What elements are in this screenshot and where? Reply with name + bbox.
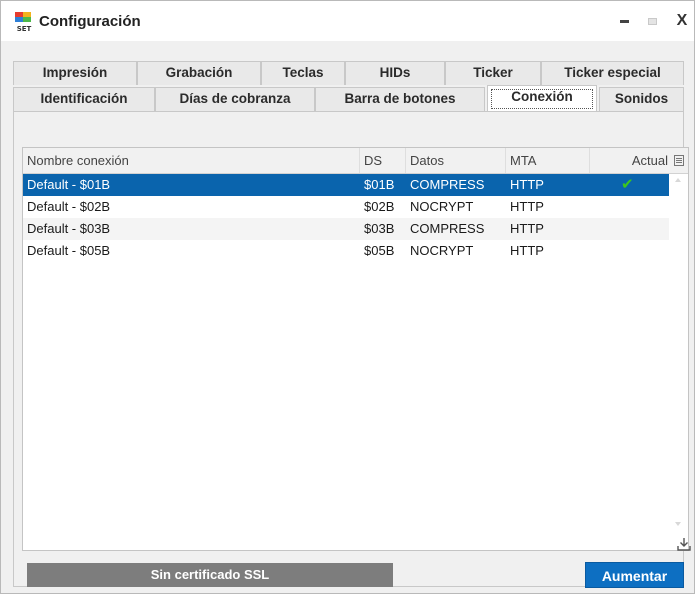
svg-text:SET: SET <box>17 25 32 33</box>
column-menu-icon[interactable] <box>674 155 684 166</box>
tab-sonidos[interactable]: Sonidos <box>599 87 684 111</box>
column-header-datos[interactable]: Datos <box>406 148 506 173</box>
tab-dias-de-cobranza[interactable]: Días de cobranza <box>155 87 315 111</box>
column-header-nombre[interactable]: Nombre conexión <box>23 148 360 173</box>
cell-ds: $05B <box>364 243 395 258</box>
minimize-button[interactable] <box>613 10 635 32</box>
current-check-icon: ✔ <box>621 176 634 193</box>
column-header-ds[interactable]: DS <box>360 148 406 173</box>
column-header-actual[interactable]: Actual <box>590 148 688 173</box>
tab-barra-de-botones[interactable]: Barra de botones <box>315 87 485 111</box>
cell-nombre: Default - $05B <box>27 243 111 258</box>
cell-ds: $01B <box>364 177 395 192</box>
cell-mta: HTTP <box>510 243 544 258</box>
tab-teclas[interactable]: Teclas <box>261 61 345 85</box>
cell-mta: HTTP <box>510 177 544 192</box>
config-window: SET Configuración X Impresión Grabación … <box>0 0 695 594</box>
table-row[interactable]: Default - $01B $01B COMPRESS HTTP ✔ <box>23 174 669 196</box>
cell-nombre: Default - $02B <box>27 199 111 214</box>
cell-mta: HTTP <box>510 221 544 236</box>
aumentar-button[interactable]: Aumentar <box>585 562 684 588</box>
cell-nombre: Default - $03B <box>27 221 111 236</box>
minimize-icon <box>619 20 629 24</box>
connections-table: Nombre conexión DS Datos MTA Actual Defa… <box>22 147 689 551</box>
tab-ticker-especial[interactable]: Ticker especial <box>541 61 684 85</box>
column-header-mta[interactable]: MTA <box>506 148 590 173</box>
table-header: Nombre conexión DS Datos MTA Actual <box>23 148 688 174</box>
cell-datos: COMPRESS <box>410 177 485 192</box>
cell-nombre: Default - $01B <box>27 177 111 192</box>
cell-ds: $02B <box>364 199 395 214</box>
table-row[interactable]: Default - $05B $05B NOCRYPT HTTP <box>23 240 669 262</box>
tab-impresion[interactable]: Impresión <box>13 61 137 85</box>
maximize-icon <box>647 18 657 26</box>
window-title: Configuración <box>39 13 141 30</box>
tab-hids[interactable]: HIDs <box>345 61 445 85</box>
download-icon[interactable] <box>677 537 691 551</box>
close-button[interactable]: X <box>671 10 693 32</box>
cell-datos: NOCRYPT <box>410 243 474 258</box>
maximize-button[interactable] <box>641 10 663 32</box>
scroll-up-arrow-icon[interactable] <box>675 178 681 182</box>
tab-conexion[interactable]: Conexión <box>487 85 597 112</box>
table-row[interactable]: Default - $02B $02B NOCRYPT HTTP <box>23 196 669 218</box>
cell-mta: HTTP <box>510 199 544 214</box>
tab-identificacion[interactable]: Identificación <box>13 87 155 111</box>
cell-ds: $03B <box>364 221 395 236</box>
scroll-down-arrow-icon[interactable] <box>675 522 681 526</box>
title-bar: SET Configuración X <box>1 1 694 41</box>
table-row[interactable]: Default - $03B $03B COMPRESS HTTP <box>23 218 669 240</box>
tab-grabacion[interactable]: Grabación <box>137 61 261 85</box>
tab-ticker[interactable]: Ticker <box>445 61 541 85</box>
cell-datos: COMPRESS <box>410 221 485 236</box>
app-logo-icon: SET <box>15 12 32 33</box>
cell-datos: NOCRYPT <box>410 199 474 214</box>
vertical-scrollbar[interactable] <box>669 174 688 550</box>
ssl-status-bar: Sin certificado SSL <box>27 563 393 587</box>
